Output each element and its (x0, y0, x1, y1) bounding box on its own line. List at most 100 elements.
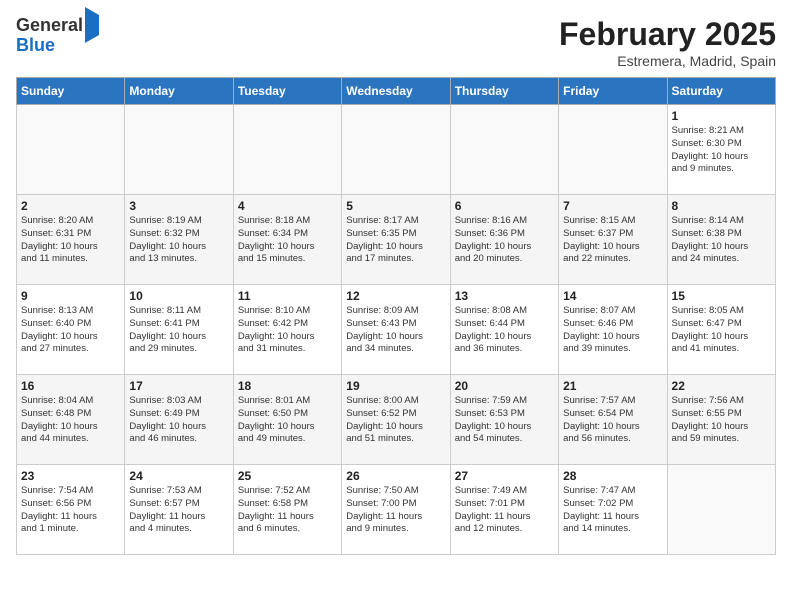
cell-info: Sunrise: 8:16 AM Sunset: 6:36 PM Dayligh… (455, 215, 554, 266)
cell-info: Sunrise: 7:47 AM Sunset: 7:02 PM Dayligh… (563, 485, 662, 536)
calendar-cell: 10 Sunrise: 8:11 AM Sunset: 6:41 PM Dayli… (125, 285, 233, 375)
calendar-week-5: 23 Sunrise: 7:54 AM Sunset: 6:56 PM Dayli… (17, 465, 776, 555)
calendar-header-row: SundayMondayTuesdayWednesdayThursdayFrid… (17, 78, 776, 105)
calendar-cell: 8Sunrise: 8:14 AM Sunset: 6:38 PM Daylig… (667, 195, 775, 285)
cell-info: Sunrise: 8:17 AM Sunset: 6:35 PM Dayligh… (346, 215, 445, 266)
day-number: 8 (672, 199, 771, 213)
cell-info: Sunrise: 7:59 AM Sunset: 6:53 PM Dayligh… (455, 395, 554, 446)
calendar-cell: 27 Sunrise: 7:49 AM Sunset: 7:01 PM Dayli… (450, 465, 558, 555)
day-number: 15 (672, 289, 771, 303)
page-title: February 2025 (559, 16, 776, 53)
logo-general: General (16, 15, 83, 35)
calendar-cell: 22 Sunrise: 7:56 AM Sunset: 6:55 PM Dayli… (667, 375, 775, 465)
calendar-cell: 20 Sunrise: 7:59 AM Sunset: 6:53 PM Dayli… (450, 375, 558, 465)
title-block: February 2025 Estremera, Madrid, Spain (559, 16, 776, 69)
cell-info: Sunrise: 8:05 AM Sunset: 6:47 PM Dayligh… (672, 305, 771, 356)
calendar-cell: 17 Sunrise: 8:03 AM Sunset: 6:49 PM Dayli… (125, 375, 233, 465)
calendar-cell: 9Sunrise: 8:13 AM Sunset: 6:40 PM Daylig… (17, 285, 125, 375)
cell-info: Sunrise: 8:21 AM Sunset: 6:30 PM Dayligh… (672, 125, 771, 176)
calendar-cell: 11 Sunrise: 8:10 AM Sunset: 6:42 PM Dayli… (233, 285, 341, 375)
day-number: 9 (21, 289, 120, 303)
weekday-header-friday: Friday (559, 78, 667, 105)
calendar-week-3: 9Sunrise: 8:13 AM Sunset: 6:40 PM Daylig… (17, 285, 776, 375)
calendar-week-1: 1 Sunrise: 8:21 AM Sunset: 6:30 PM Daylig… (17, 105, 776, 195)
calendar-cell: 19 Sunrise: 8:00 AM Sunset: 6:52 PM Dayli… (342, 375, 450, 465)
cell-info: Sunrise: 7:53 AM Sunset: 6:57 PM Dayligh… (129, 485, 228, 536)
weekday-header-tuesday: Tuesday (233, 78, 341, 105)
day-number: 22 (672, 379, 771, 393)
cell-info: Sunrise: 7:54 AM Sunset: 6:56 PM Dayligh… (21, 485, 120, 536)
day-number: 12 (346, 289, 445, 303)
calendar-cell: 26Sunrise: 7:50 AM Sunset: 7:00 PM Dayli… (342, 465, 450, 555)
cell-info: Sunrise: 7:50 AM Sunset: 7:00 PM Dayligh… (346, 485, 445, 536)
calendar-cell: 4 Sunrise: 8:18 AM Sunset: 6:34 PM Daylig… (233, 195, 341, 285)
day-number: 4 (238, 199, 337, 213)
weekday-header-thursday: Thursday (450, 78, 558, 105)
calendar-cell: 24 Sunrise: 7:53 AM Sunset: 6:57 PM Dayli… (125, 465, 233, 555)
calendar-cell: 12 Sunrise: 8:09 AM Sunset: 6:43 PM Dayli… (342, 285, 450, 375)
day-number: 10 (129, 289, 228, 303)
cell-info: Sunrise: 7:56 AM Sunset: 6:55 PM Dayligh… (672, 395, 771, 446)
cell-info: Sunrise: 8:19 AM Sunset: 6:32 PM Dayligh… (129, 215, 228, 266)
cell-info: Sunrise: 8:18 AM Sunset: 6:34 PM Dayligh… (238, 215, 337, 266)
cell-info: Sunrise: 7:49 AM Sunset: 7:01 PM Dayligh… (455, 485, 554, 536)
cell-info: Sunrise: 8:09 AM Sunset: 6:43 PM Dayligh… (346, 305, 445, 356)
calendar-cell (233, 105, 341, 195)
day-number: 25 (238, 469, 337, 483)
weekday-header-saturday: Saturday (667, 78, 775, 105)
day-number: 19 (346, 379, 445, 393)
cell-info: Sunrise: 8:00 AM Sunset: 6:52 PM Dayligh… (346, 395, 445, 446)
day-number: 23 (21, 469, 120, 483)
calendar-cell: 7Sunrise: 8:15 AM Sunset: 6:37 PM Daylig… (559, 195, 667, 285)
day-number: 13 (455, 289, 554, 303)
day-number: 3 (129, 199, 228, 213)
calendar-cell: 13 Sunrise: 8:08 AM Sunset: 6:44 PM Dayli… (450, 285, 558, 375)
page-subtitle: Estremera, Madrid, Spain (559, 53, 776, 69)
day-number: 21 (563, 379, 662, 393)
calendar-cell: 15 Sunrise: 8:05 AM Sunset: 6:47 PM Dayli… (667, 285, 775, 375)
calendar-cell: 23 Sunrise: 7:54 AM Sunset: 6:56 PM Dayli… (17, 465, 125, 555)
day-number: 16 (21, 379, 120, 393)
day-number: 28 (563, 469, 662, 483)
calendar-cell (559, 105, 667, 195)
weekday-header-wednesday: Wednesday (342, 78, 450, 105)
calendar-table: SundayMondayTuesdayWednesdayThursdayFrid… (16, 77, 776, 555)
calendar-week-2: 2 Sunrise: 8:20 AM Sunset: 6:31 PM Daylig… (17, 195, 776, 285)
calendar-cell: 25 Sunrise: 7:52 AM Sunset: 6:58 PM Dayli… (233, 465, 341, 555)
page-header: General Blue February 2025 Estremera, Ma… (16, 16, 776, 69)
day-number: 1 (672, 109, 771, 123)
cell-info: Sunrise: 8:15 AM Sunset: 6:37 PM Dayligh… (563, 215, 662, 266)
logo-arrow-icon (85, 7, 99, 43)
cell-info: Sunrise: 8:08 AM Sunset: 6:44 PM Dayligh… (455, 305, 554, 356)
cell-info: Sunrise: 7:57 AM Sunset: 6:54 PM Dayligh… (563, 395, 662, 446)
day-number: 2 (21, 199, 120, 213)
calendar-cell (342, 105, 450, 195)
calendar-cell: 18 Sunrise: 8:01 AM Sunset: 6:50 PM Dayli… (233, 375, 341, 465)
logo-text: General Blue (16, 16, 99, 56)
day-number: 27 (455, 469, 554, 483)
logo-blue: Blue (16, 35, 55, 55)
cell-info: Sunrise: 8:07 AM Sunset: 6:46 PM Dayligh… (563, 305, 662, 356)
calendar-cell (450, 105, 558, 195)
cell-info: Sunrise: 8:20 AM Sunset: 6:31 PM Dayligh… (21, 215, 120, 266)
calendar-cell: 16 Sunrise: 8:04 AM Sunset: 6:48 PM Dayli… (17, 375, 125, 465)
day-number: 24 (129, 469, 228, 483)
calendar-cell: 5Sunrise: 8:17 AM Sunset: 6:35 PM Daylig… (342, 195, 450, 285)
calendar-cell (17, 105, 125, 195)
cell-info: Sunrise: 8:01 AM Sunset: 6:50 PM Dayligh… (238, 395, 337, 446)
calendar-cell: 28 Sunrise: 7:47 AM Sunset: 7:02 PM Dayli… (559, 465, 667, 555)
day-number: 18 (238, 379, 337, 393)
day-number: 20 (455, 379, 554, 393)
cell-info: Sunrise: 7:52 AM Sunset: 6:58 PM Dayligh… (238, 485, 337, 536)
calendar-cell: 1 Sunrise: 8:21 AM Sunset: 6:30 PM Daylig… (667, 105, 775, 195)
calendar-cell: 21 Sunrise: 7:57 AM Sunset: 6:54 PM Dayli… (559, 375, 667, 465)
cell-info: Sunrise: 8:04 AM Sunset: 6:48 PM Dayligh… (21, 395, 120, 446)
calendar-cell: 6Sunrise: 8:16 AM Sunset: 6:36 PM Daylig… (450, 195, 558, 285)
cell-info: Sunrise: 8:10 AM Sunset: 6:42 PM Dayligh… (238, 305, 337, 356)
weekday-header-sunday: Sunday (17, 78, 125, 105)
cell-info: Sunrise: 8:03 AM Sunset: 6:49 PM Dayligh… (129, 395, 228, 446)
day-number: 17 (129, 379, 228, 393)
cell-info: Sunrise: 8:11 AM Sunset: 6:41 PM Dayligh… (129, 305, 228, 356)
day-number: 11 (238, 289, 337, 303)
logo: General Blue (16, 16, 99, 56)
